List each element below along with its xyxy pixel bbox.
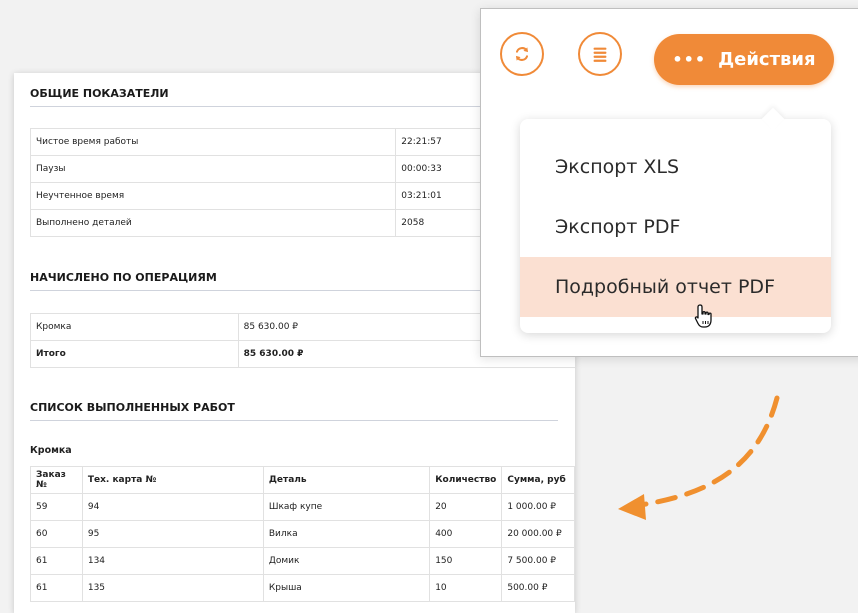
table-row: 61 135 Крыша 10 500.00 ₽ [30,574,575,602]
table-cell: 94 [81,493,264,521]
table-cell: 61 [30,547,83,575]
table-row: 61 134 Домик 150 7 500.00 ₽ [30,547,575,575]
column-header: Деталь [262,466,431,494]
menu-item-label: Экспорт PDF [555,216,681,238]
table-cell: 20 [429,493,503,521]
table-cell: 500.00 ₽ [501,574,575,602]
menu-item-label: Экспорт XLS [555,156,680,178]
table-cell: 61 [30,574,83,602]
row-label: Итого [30,340,239,368]
table-header-row: Заказ № Тех. карта № Деталь Количество С… [30,466,575,494]
row-label: Выполнено деталей [29,209,397,237]
refresh-button[interactable] [500,32,544,76]
more-dots-icon: ••• [672,50,707,69]
row-label: Чистое время работы [29,128,397,156]
arrow-head [618,494,646,520]
row-label: Неучтенное время [29,182,397,210]
row-label: Паузы [29,155,397,183]
table-row: 60 95 Вилка 400 20 000.00 ₽ [30,520,575,548]
table-cell: 400 [429,520,503,548]
table-cell: Вилка [262,520,431,548]
table-cell: 20 000.00 ₽ [501,520,575,548]
column-header: Количество [429,466,503,494]
arrow-path [637,395,780,508]
table-cell: Домик [262,547,431,575]
table-cell: 59 [30,493,83,521]
menu-item-export-pdf[interactable]: Экспорт PDF [520,197,831,257]
table-cell: 7 500.00 ₽ [501,547,575,575]
table-cell: 95 [81,520,264,548]
works-subtitle: Кромка [30,445,72,456]
accrued-section-title: НАЧИСЛЕНО ПО ОПЕРАЦИЯМ [30,271,558,291]
menu-caret [761,107,785,131]
menu-item-detailed-pdf[interactable]: Подробный отчет PDF [520,257,831,317]
row-label: Кромка [30,313,239,341]
table-cell: 134 [81,547,264,575]
hand-pointer-icon [694,304,712,328]
list-icon [593,47,607,62]
table-row: 59 94 Шкаф купе 20 1 000.00 ₽ [30,493,575,521]
table-cell: 10 [429,574,503,602]
refresh-icon [515,47,529,61]
actions-label: Действия [718,49,816,70]
menu-item-label: Подробный отчет PDF [555,276,775,298]
menu-item-export-xls[interactable]: Экспорт XLS [520,137,831,197]
table-cell: 150 [429,547,503,575]
actions-panel: ••• Действия Экспорт XLS Экспорт PDF Под… [480,8,858,357]
column-header: Тех. карта № [81,466,264,494]
general-section-title: ОБЩИЕ ПОКАЗАТЕЛИ [30,87,558,107]
works-table: Заказ № Тех. карта № Деталь Количество С… [30,466,575,602]
list-button[interactable] [578,32,622,76]
actions-dropdown-menu: Экспорт XLS Экспорт PDF Подробный отчет … [520,107,831,333]
actions-button[interactable]: ••• Действия [654,34,834,85]
table-cell: 60 [30,520,83,548]
table-cell: Крыша [262,574,431,602]
table-cell: Шкаф купе [262,493,431,521]
table-cell: 1 000.00 ₽ [501,493,575,521]
column-header: Сумма, руб [501,466,575,494]
table-cell: 135 [81,574,264,602]
works-section-title: СПИСОК ВЫПОЛНЕННЫХ РАБОТ [30,401,558,421]
column-header: Заказ № [30,466,83,494]
